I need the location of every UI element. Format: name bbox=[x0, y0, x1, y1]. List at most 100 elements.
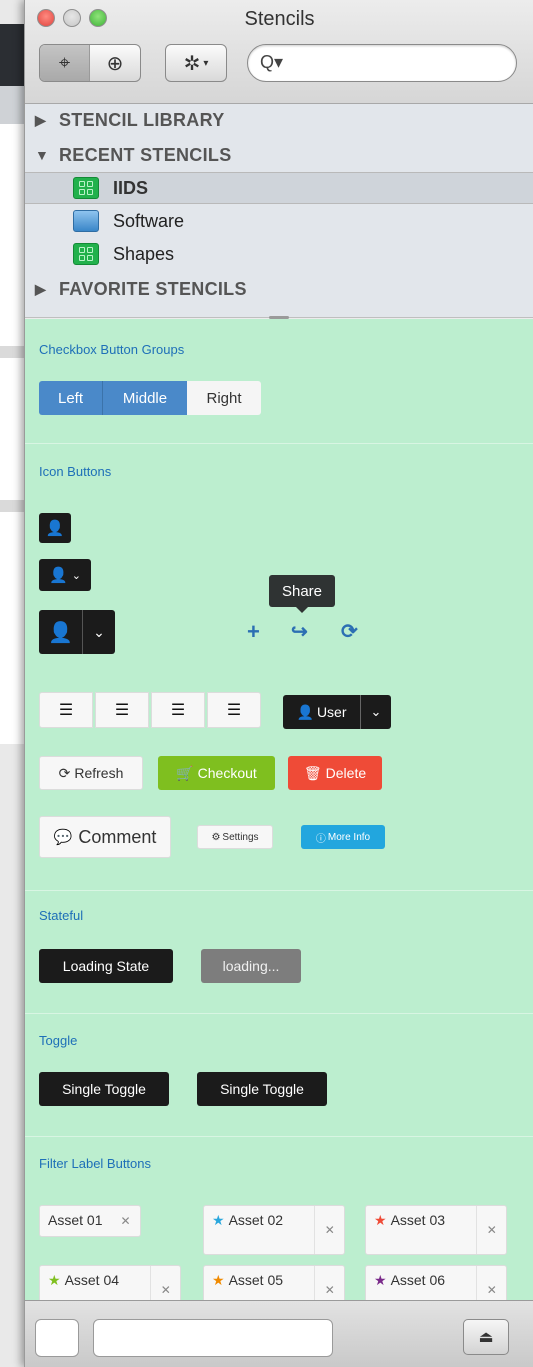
star-icon: ★ bbox=[48, 1272, 61, 1288]
align-center-button[interactable]: ☰ bbox=[95, 692, 149, 728]
plus-icon-button[interactable]: + bbox=[247, 619, 260, 645]
disclosure-right-icon: ▶ bbox=[35, 111, 47, 128]
section-title-toggle: Toggle bbox=[39, 1033, 78, 1048]
close-icon[interactable]: ✕ bbox=[476, 1266, 506, 1300]
right-button[interactable]: Right bbox=[187, 381, 261, 415]
user-button[interactable]: 👤 User bbox=[283, 695, 361, 729]
share-icon: ↪ bbox=[291, 621, 308, 643]
align-left-icon: ☰ bbox=[58, 702, 74, 719]
view-mode-segmented-control: ⌖ ⊕ bbox=[39, 44, 141, 82]
chevron-down-icon: ⌄ bbox=[370, 704, 382, 719]
filter-label-asset-03[interactable]: ★ Asset 03 ✕ bbox=[365, 1205, 507, 1255]
filter-label-asset-04[interactable]: ★ Asset 04 ✕ bbox=[39, 1265, 181, 1300]
disclosure-down-icon: ▼ bbox=[35, 147, 50, 163]
user-icon-button-small[interactable]: 👤 bbox=[39, 513, 71, 543]
chevron-down-icon: ⌄ bbox=[93, 623, 105, 640]
user-dropdown-toggle[interactable]: ⌄ bbox=[361, 695, 391, 729]
dropdown-toggle[interactable]: ⌄ bbox=[83, 610, 115, 654]
section-title-icon-buttons: Icon Buttons bbox=[39, 464, 112, 479]
filter-label-text: Asset 01 bbox=[48, 1212, 103, 1228]
close-icon[interactable]: ✕ bbox=[314, 1206, 344, 1254]
user-icon: 👤 bbox=[48, 621, 73, 644]
section-divider bbox=[25, 1013, 533, 1014]
align-right-icon: ☰ bbox=[170, 702, 186, 719]
close-icon[interactable]: ✕ bbox=[476, 1206, 506, 1254]
align-left-button[interactable]: ☰ bbox=[39, 692, 93, 728]
tree-section-favorite-stencils[interactable]: ▶ FAVORITE STENCILS bbox=[25, 273, 533, 305]
filter-label-asset-06[interactable]: ★ Asset 06 ✕ bbox=[365, 1265, 507, 1300]
close-icon[interactable]: ✕ bbox=[110, 1206, 140, 1236]
chevron-down-icon: ▾ bbox=[203, 57, 209, 69]
tree-item-label: Software bbox=[113, 210, 185, 231]
star-icon: ★ bbox=[212, 1272, 225, 1288]
filter-label-asset-02[interactable]: ★ Asset 02 ✕ bbox=[203, 1205, 345, 1255]
close-icon[interactable]: ✕ bbox=[150, 1266, 180, 1300]
chevron-down-icon: ⌄ bbox=[71, 569, 81, 582]
align-justify-button[interactable]: ☰ bbox=[207, 692, 261, 728]
delete-button[interactable]: 🗑 Delete bbox=[288, 756, 382, 790]
align-right-button[interactable]: ☰ bbox=[151, 692, 205, 728]
more-info-button[interactable]: ⓘ More Info bbox=[301, 825, 385, 849]
section-title-filter-labels: Filter Label Buttons bbox=[39, 1156, 152, 1171]
stencil-grid-icon bbox=[73, 177, 99, 199]
crosshair-grid-icon: ⊕ bbox=[106, 52, 124, 75]
filter-label-text: Asset 05 bbox=[228, 1272, 284, 1288]
text-align-button-group: ☰ ☰ ☰ ☰ bbox=[39, 692, 263, 728]
loading-button[interactable]: loading... bbox=[201, 949, 301, 983]
filter-label-asset-05[interactable]: ★ Asset 05 ✕ bbox=[203, 1265, 345, 1300]
refresh-icon-button[interactable]: ⟳ bbox=[341, 619, 358, 644]
user-dropdown-button[interactable]: 👤 ⌄ bbox=[39, 559, 91, 591]
bottom-toolbar: ⏏ bbox=[25, 1300, 533, 1367]
preview-swatch[interactable] bbox=[35, 1319, 79, 1357]
close-icon[interactable]: ✕ bbox=[314, 1266, 344, 1300]
loading-state-button[interactable]: Loading State bbox=[39, 949, 173, 983]
settings-label: Settings bbox=[222, 831, 259, 843]
stencil-name-field[interactable] bbox=[93, 1319, 333, 1357]
user-split-button[interactable]: 👤 ⌄ bbox=[39, 610, 115, 654]
single-toggle-button[interactable]: Single Toggle bbox=[39, 1072, 169, 1106]
search-input[interactable] bbox=[288, 51, 508, 75]
eject-button[interactable]: ⏏ bbox=[463, 1319, 509, 1355]
star-icon: ★ bbox=[212, 1212, 225, 1228]
user-icon: 👤 bbox=[45, 520, 65, 537]
align-center-icon: ☰ bbox=[114, 702, 130, 719]
comment-button[interactable]: 💬 Comment bbox=[39, 816, 171, 858]
settings-button[interactable]: ⚙ Settings bbox=[197, 825, 273, 849]
crosshair-tool-button[interactable]: ⊕ bbox=[90, 45, 140, 81]
section-label: STENCIL LIBRARY bbox=[59, 109, 225, 130]
tree-section-recent-stencils[interactable]: ▼ RECENT STENCILS bbox=[25, 139, 533, 171]
section-divider bbox=[25, 890, 533, 891]
disclosure-right-icon: ▶ bbox=[35, 280, 47, 297]
user-icon-button[interactable]: 👤 bbox=[39, 610, 83, 654]
refresh-button[interactable]: ⟳ Refresh bbox=[39, 756, 143, 790]
tree-item-label: IIDS bbox=[113, 177, 149, 198]
left-button[interactable]: Left bbox=[39, 381, 103, 415]
settings-menu-button[interactable]: ✲ ▾ bbox=[165, 44, 227, 82]
user-menu-split-button[interactable]: 👤 User ⌄ bbox=[283, 695, 391, 729]
section-title-checkbox-groups: Checkbox Button Groups bbox=[39, 342, 185, 357]
tree-item-shapes[interactable]: Shapes bbox=[25, 238, 533, 270]
share-icon-button[interactable]: ↪ bbox=[291, 619, 308, 644]
search-icon: Q▾ bbox=[260, 52, 284, 72]
gear-icon: ⚙ bbox=[211, 831, 221, 843]
tree-item-software[interactable]: Software bbox=[25, 205, 533, 237]
cart-icon: 🛒 bbox=[176, 764, 194, 781]
middle-button[interactable]: Middle bbox=[103, 381, 187, 415]
eject-icon: ⏏ bbox=[478, 1329, 494, 1346]
section-label: FAVORITE STENCILS bbox=[59, 278, 247, 299]
gear-icon: ✲ bbox=[183, 52, 201, 75]
tree-section-stencil-library[interactable]: ▶ STENCIL LIBRARY bbox=[25, 104, 533, 136]
crosshair-icon: ⌖ bbox=[58, 51, 71, 74]
share-tooltip: Share bbox=[269, 575, 335, 613]
search-field[interactable]: Q▾ bbox=[247, 44, 517, 82]
single-toggle-button[interactable]: Single Toggle bbox=[197, 1072, 327, 1106]
gear-dropdown[interactable]: ✲ ▾ bbox=[166, 45, 226, 81]
move-tool-button[interactable]: ⌖ bbox=[40, 45, 90, 81]
filter-label-text: Asset 03 bbox=[390, 1212, 446, 1228]
refresh-label: Refresh bbox=[74, 765, 124, 781]
tree-item-iids[interactable]: IIDS bbox=[25, 172, 533, 204]
tree-item-label: Shapes bbox=[113, 243, 175, 264]
checkout-button[interactable]: 🛒 Checkout bbox=[158, 756, 275, 790]
filter-label-asset-01[interactable]: Asset 01 ✕ bbox=[39, 1205, 142, 1237]
section-title-stateful: Stateful bbox=[39, 908, 84, 923]
